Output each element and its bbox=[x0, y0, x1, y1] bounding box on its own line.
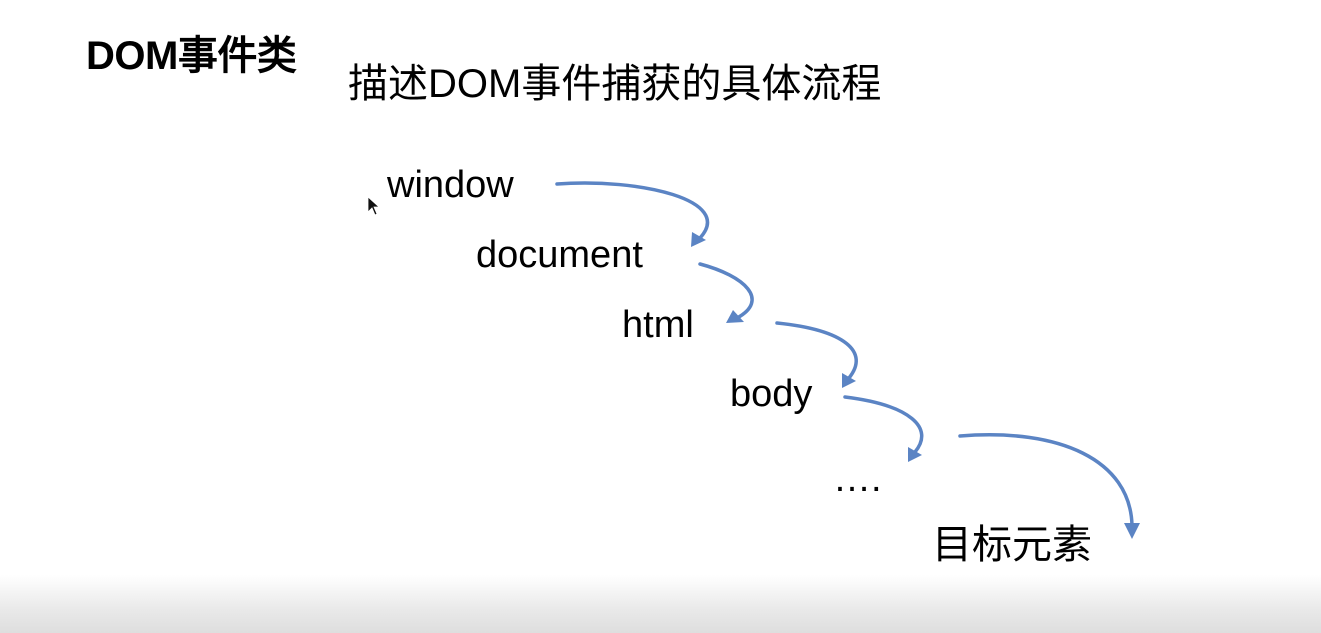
section-title: DOM事件类 bbox=[86, 34, 297, 78]
slide: DOM事件类 描述DOM事件捕获的具体流程 window document ht… bbox=[0, 0, 1321, 633]
flow-node-body: body bbox=[730, 373, 813, 415]
mouse-pointer-icon bbox=[367, 196, 381, 216]
flow-node-window: window bbox=[387, 164, 514, 206]
flow-node-ellipsis: …. bbox=[833, 458, 882, 500]
arrow-body-to-ellipsis bbox=[843, 395, 924, 462]
flow-node-target: 目标元素 bbox=[932, 523, 1092, 567]
flow-node-html: html bbox=[622, 304, 694, 346]
arrow-document-to-html bbox=[698, 262, 754, 323]
flow-node-document: document bbox=[476, 234, 643, 276]
slide-subtitle: 描述DOM事件捕获的具体流程 bbox=[348, 62, 882, 106]
bottom-shade bbox=[0, 575, 1321, 633]
